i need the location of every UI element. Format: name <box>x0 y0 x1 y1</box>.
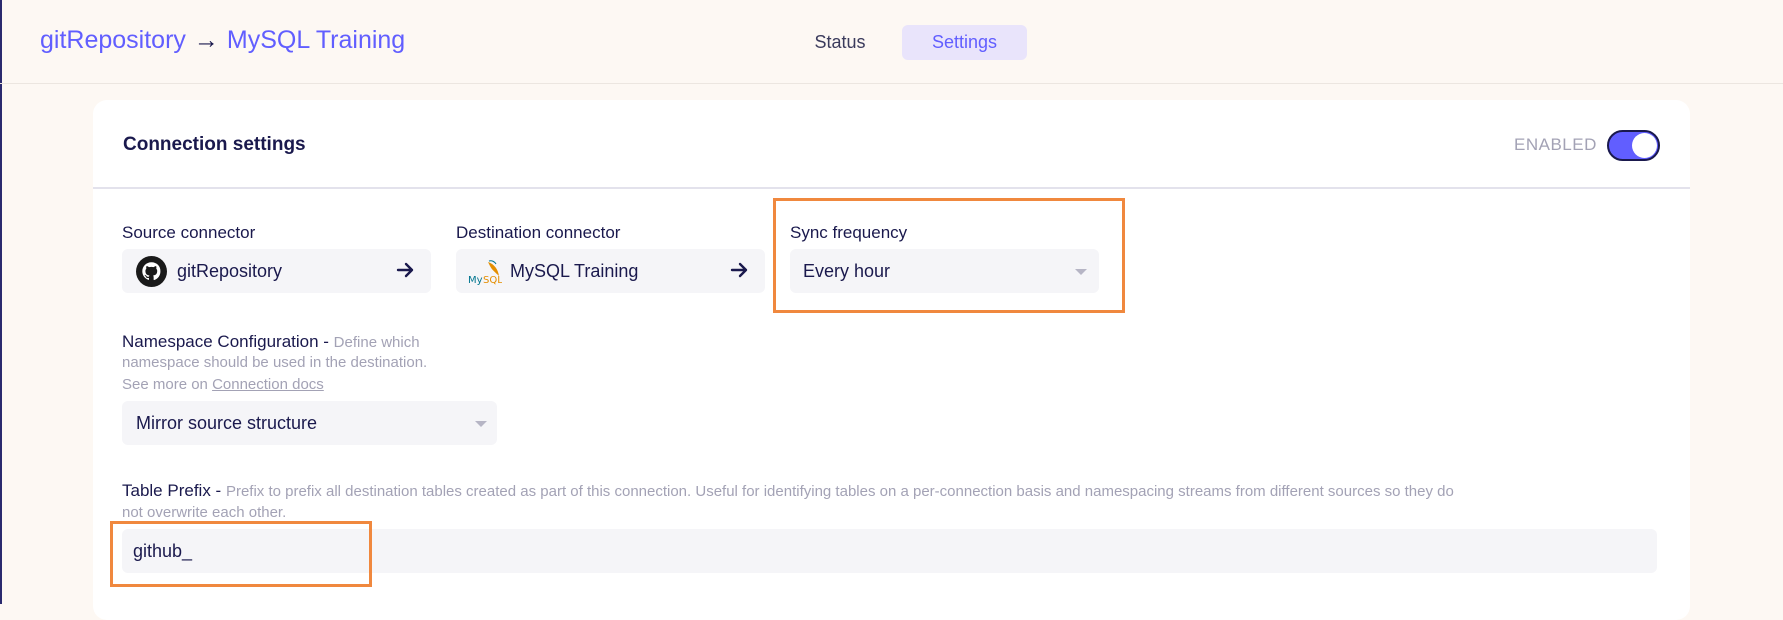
table-prefix-hint-line1: Prefix to prefix all destination tables … <box>225 483 1454 500</box>
namespace-config-value: Mirror source structure <box>136 413 318 433</box>
enabled-toggle[interactable] <box>1607 130 1660 161</box>
source-connector-name: gitRepository <box>177 261 283 281</box>
sync-frequency-highlight <box>773 198 1125 313</box>
namespace-hint-line2: namespace should be used in the destinat… <box>122 354 428 371</box>
source-connector-label: Source connector <box>122 223 256 242</box>
connection-docs-link[interactable]: Connection docs <box>212 376 324 393</box>
tab-settings[interactable]: Settings <box>902 25 1027 60</box>
namespace-config-label: Namespace Configuration - Define which <box>122 332 420 352</box>
svg-text:SQL: SQL <box>483 275 502 286</box>
destination-connector-label: Destination connector <box>456 223 621 242</box>
arrow-right-icon <box>396 262 414 278</box>
breadcrumb: gitRepository → MySQL Training <box>40 26 405 55</box>
breadcrumb-destination-link[interactable]: MySQL Training <box>227 26 405 54</box>
namespace-hint-prefix: See more on <box>122 376 213 393</box>
destination-connector-name: MySQL Training <box>510 261 639 281</box>
tab-status[interactable]: Status <box>790 25 890 60</box>
breadcrumb-arrow-icon: → <box>193 26 219 54</box>
mysql-icon: My SQL <box>468 260 502 286</box>
page-header: gitRepository → MySQL Training Status Sett… <box>0 0 1783 84</box>
source-connector-button[interactable]: gitRepository <box>122 249 431 293</box>
svg-text:My: My <box>468 275 483 286</box>
destination-connector-button[interactable]: My SQL MySQL Training <box>456 249 765 293</box>
card-title: Connection settings <box>123 134 306 155</box>
table-prefix-title: Table Prefix - <box>122 481 226 500</box>
divider <box>93 187 1690 189</box>
enabled-label: ENABLED <box>1514 135 1597 154</box>
chevron-down-icon <box>475 421 487 427</box>
namespace-config-dropdown[interactable]: Mirror source structure <box>122 401 497 445</box>
namespace-config-title: Namespace Configuration - <box>122 332 334 351</box>
namespace-hint-line1: Define which <box>333 334 420 351</box>
arrow-right-icon <box>730 262 748 278</box>
window-edge <box>0 0 2 604</box>
toggle-knob <box>1632 133 1657 158</box>
namespace-hint-line3: See more on Connection docs <box>122 374 324 396</box>
breadcrumb-source-link[interactable]: gitRepository <box>40 26 186 54</box>
table-prefix-label: Table Prefix - Prefix to prefix all dest… <box>122 481 1454 501</box>
github-icon <box>136 256 167 287</box>
table-prefix-highlight <box>110 521 372 587</box>
